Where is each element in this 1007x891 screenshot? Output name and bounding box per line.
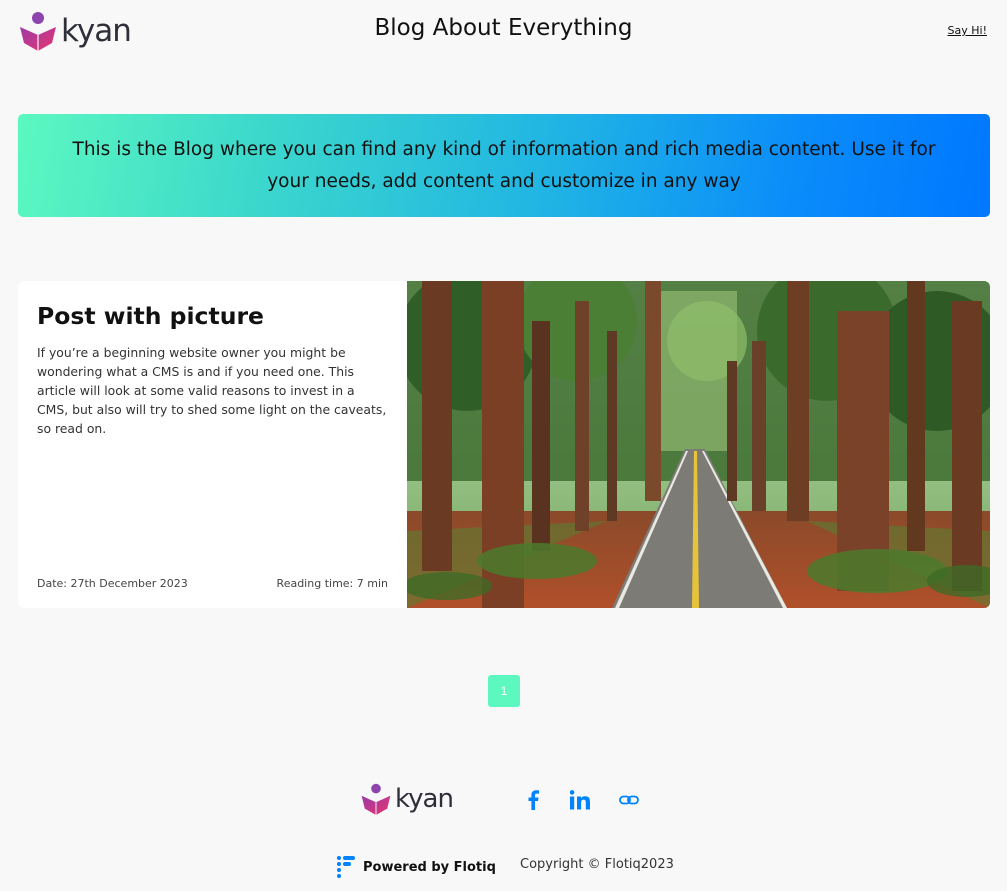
say-hi-link[interactable]: Say Hi! <box>948 24 987 37</box>
powered-by-text: Powered by Flotiq <box>363 859 496 875</box>
post-meta: Date: 27th December 2023 Reading time: 7… <box>37 577 388 590</box>
post-excerpt: If you’re a beginning website owner you … <box>37 345 387 436</box>
intro-banner: This is the Blog where you can find any … <box>18 114 990 217</box>
copyright-text: Copyright © Flotiq2023 <box>520 857 674 872</box>
facebook-icon[interactable] <box>521 788 545 812</box>
kyan-logo-icon <box>361 783 391 815</box>
post-date: Date: 27th December 2023 <box>37 577 188 590</box>
linkedin-icon[interactable] <box>568 788 592 812</box>
post-reading-time: Reading time: 7 min <box>276 577 388 590</box>
logo-text: kyan <box>395 784 454 814</box>
post-image[interactable] <box>407 281 990 608</box>
post-title[interactable]: Post with picture <box>37 301 388 331</box>
footer-logo[interactable]: kyan <box>360 782 454 816</box>
page-1-button[interactable]: 1 <box>488 675 520 707</box>
forest-road-image <box>407 281 990 608</box>
post-card[interactable]: Post with picture If you’re a beginning … <box>18 281 990 608</box>
flotiq-icon <box>337 856 355 878</box>
site-title: Blog About Everything <box>374 15 633 41</box>
site-header: kyan Blog About Everything Say Hi! <box>0 0 1007 62</box>
banner-text: This is the Blog where you can find any … <box>72 138 936 192</box>
link-icon[interactable] <box>617 788 641 812</box>
post-card-body: Post with picture If you’re a beginning … <box>18 281 407 608</box>
powered-by-flotiq[interactable]: Powered by Flotiq <box>337 856 496 878</box>
